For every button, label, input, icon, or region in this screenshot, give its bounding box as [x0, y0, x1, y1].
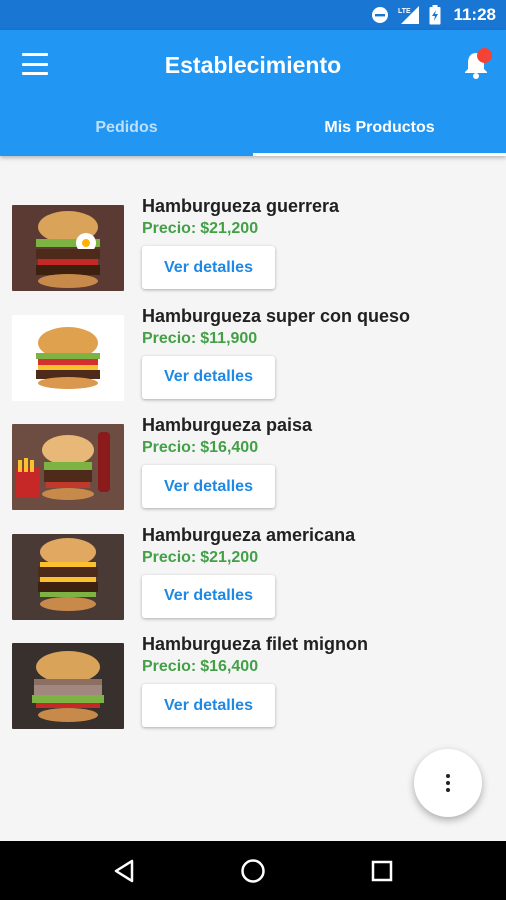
product-list: Hamburgueza guerrera Precio: $21,200 Ver …	[0, 193, 506, 741]
list-item: Hamburgueza super con queso Precio: $11,9…	[0, 303, 506, 413]
price-value: $16,400	[200, 439, 259, 456]
price-label: Precio:	[142, 220, 197, 237]
more-vert-icon	[446, 774, 450, 792]
toolbar: Establecimiento	[0, 30, 506, 100]
list-item: Hamburgueza americana Precio: $21,200 Ver…	[0, 522, 506, 632]
tab-mis-productos[interactable]: Mis Productos	[253, 100, 506, 156]
list-item: Hamburgueza filet mignon Precio: $16,400 …	[0, 631, 506, 741]
system-nav-bar	[0, 841, 506, 900]
back-triangle-icon[interactable]	[104, 851, 144, 891]
notification-badge	[477, 48, 492, 63]
home-circle-icon[interactable]	[233, 851, 273, 891]
list-item: Hamburgueza guerrera Precio: $21,200 Ver …	[0, 193, 506, 303]
view-details-button[interactable]: Ver detalles	[142, 465, 275, 508]
recents-square-icon[interactable]	[362, 851, 402, 891]
do-not-disturb-icon	[371, 6, 389, 24]
product-price: Precio: $11,900	[142, 330, 257, 348]
product-price: Precio: $16,400	[142, 439, 258, 457]
tab-bar: Pedidos Mis Productos	[0, 100, 506, 156]
status-time: 11:28	[453, 5, 496, 24]
price-value: $21,200	[200, 220, 259, 237]
product-image	[12, 205, 124, 291]
svg-text:LTE: LTE	[398, 8, 411, 15]
product-name: Hamburgueza paisa	[142, 415, 313, 435]
status-bar: LTE 11:28	[0, 0, 506, 30]
product-image	[12, 643, 124, 729]
menu-icon[interactable]	[22, 53, 48, 75]
product-name: Hamburgueza guerrera	[142, 196, 340, 216]
product-name: Hamburgueza americana	[142, 524, 356, 545]
product-image	[12, 533, 124, 620]
price-value: $21,200	[200, 548, 259, 566]
lte-signal-icon: LTE	[397, 5, 421, 25]
bell-icon[interactable]	[462, 48, 492, 80]
app-bar: Establecimiento Pedidos Mis Productos	[0, 30, 506, 156]
product-price: Precio: $21,200	[142, 549, 258, 567]
product-image	[12, 314, 124, 401]
view-details-button[interactable]: Ver detalles	[142, 355, 275, 399]
price-label: Precio:	[142, 548, 197, 566]
more-options-fab[interactable]	[414, 749, 482, 817]
product-image	[12, 424, 124, 510]
product-name: Hamburgueza filet mignon	[142, 634, 369, 654]
view-details-button[interactable]: Ver detalles	[142, 684, 275, 727]
product-price: Precio: $16,400	[142, 658, 258, 676]
product-name: Hamburgueza super con queso	[142, 305, 411, 326]
list-item: Hamburgueza paisa Precio: $16,400 Ver det…	[0, 412, 506, 522]
tab-pedidos[interactable]: Pedidos	[0, 100, 253, 156]
price-value: $11,900	[200, 329, 258, 347]
view-details-button[interactable]: Ver detalles	[142, 574, 275, 618]
price-label: Precio:	[142, 329, 197, 347]
battery-icon	[429, 5, 441, 25]
view-details-button[interactable]: Ver detalles	[142, 246, 275, 289]
price-value: $16,400	[200, 658, 259, 675]
price-label: Precio:	[142, 439, 197, 456]
price-label: Precio:	[142, 658, 197, 675]
page-title: Establecimiento	[164, 51, 342, 78]
product-price: Precio: $21,200	[142, 220, 258, 238]
